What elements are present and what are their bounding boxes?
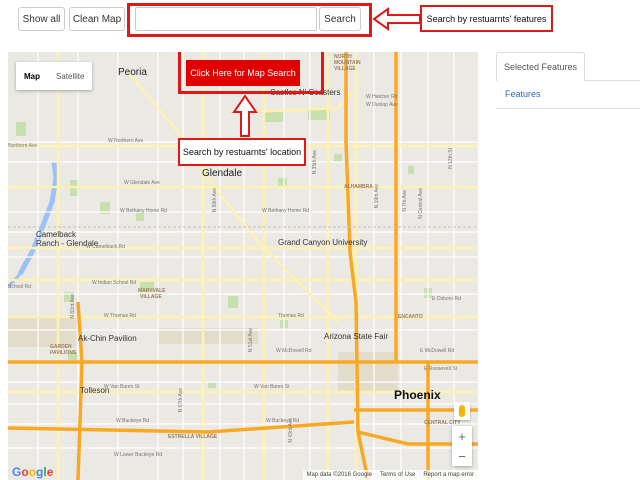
road-51st: N 51st Ave <box>248 328 254 353</box>
road-glendale-ave: W Glendale Ave <box>124 180 160 186</box>
road-school: School Rd <box>8 284 32 290</box>
road-osborn: E Osborn Rd <box>432 296 461 302</box>
place-akchin: Ak-Chin Pavilion <box>78 334 137 343</box>
road-bethany-1: W Bethany Home Rd <box>120 208 167 214</box>
road-buckeye-2: W Buckeye Rd <box>266 418 300 424</box>
place-peoria: Peoria <box>118 67 147 78</box>
place-grand-canyon: Grand Canyon University <box>278 238 368 247</box>
road-buckeye: W Buckeye Rd <box>116 418 150 424</box>
map-type-map-button[interactable]: Map <box>16 62 48 90</box>
district-alhambra: ALHAMBRA <box>344 184 373 190</box>
road-19th: N 19th Ave <box>374 184 380 209</box>
location-callout: Search by restuarnts' location <box>178 138 306 166</box>
road-van-buren: W Van Buren St <box>104 384 140 390</box>
map-type-satellite-button[interactable]: Satellite <box>48 62 92 90</box>
district-encanto: ENCANTO <box>398 314 423 320</box>
zoom-out-button[interactable]: − <box>452 446 472 466</box>
road-bethany-2: W Bethany Home Rd <box>262 208 309 214</box>
selected-features-panel: Selected Features Features <box>496 52 640 480</box>
place-camelback: Camelback <box>36 230 77 239</box>
map-type-control: Map Satellite <box>16 62 93 90</box>
search-highlight-box <box>127 3 372 37</box>
street-view-pegman-icon[interactable] <box>454 402 470 420</box>
road-7th: N 7th Ave <box>402 190 408 212</box>
road-mcdowell-e: E McDowell Rd <box>420 348 455 354</box>
map-canvas[interactable]: Map Satellite Peoria Glendale Phoenix Ca… <box>8 52 478 480</box>
district-north-mountain-3: VILLAGE <box>334 66 356 72</box>
road-northern: Northern Ave <box>8 143 38 149</box>
road-w-northern: W Northern Ave <box>108 138 144 144</box>
zoom-in-button[interactable]: + <box>452 426 472 446</box>
district-estrella: ESTRELLA VILLAGE <box>168 434 218 440</box>
place-glendale: Glendale <box>202 168 243 179</box>
district-pavilions: PAVILIONS <box>50 350 77 356</box>
road-indian-school: W Indian School Rd <box>92 280 137 286</box>
road-van-buren-2: W Van Buren St <box>254 384 290 390</box>
features-arrow-icon <box>372 7 421 31</box>
road-43rd: N 43rd Ave <box>288 418 294 443</box>
google-logo: Google <box>12 465 54 479</box>
road-dunlap: W Dunlap Ave <box>366 102 398 108</box>
place-az-state-fair: Arizona State Fair <box>324 332 389 341</box>
clean-map-button[interactable]: Clean Map <box>69 7 125 31</box>
road-67th: N 67th Ave <box>178 388 184 413</box>
terms-link[interactable]: Terms of Use <box>380 472 415 478</box>
road-camelback: W Camelback Rd <box>86 244 125 250</box>
road-thomas: W Thomas Rd <box>104 313 136 319</box>
district-maryvale-2: VILLAGE <box>140 294 162 300</box>
road-59th: N 59th Ave <box>212 188 218 213</box>
place-phoenix: Phoenix <box>394 388 441 402</box>
tab-selected-features[interactable]: Selected Features <box>496 52 585 81</box>
map-attribution: Map data ©2016 Google Terms of Use Repor… <box>302 470 478 480</box>
map-search-button[interactable]: Click Here for Map Search <box>186 60 300 86</box>
road-mcdowell: W McDowell Rd <box>276 348 312 354</box>
features-callout: Search by restuarnts' features <box>420 5 553 32</box>
report-error-link[interactable]: Report a map error <box>423 472 474 478</box>
road-roosevelt: E Roosevelt St <box>424 366 458 372</box>
features-link[interactable]: Features <box>505 89 541 99</box>
road-hatcher: W Hatcher Rd <box>366 94 398 100</box>
road-central: N Central Ave <box>418 188 424 219</box>
location-arrow-icon <box>232 94 258 137</box>
road-35th: N 35th Ave <box>312 150 318 175</box>
zoom-control: + − <box>452 426 472 466</box>
road-lower-buckeye: W Lower Buckeye Rd <box>114 452 163 458</box>
road-12th-st: N 12th St <box>448 148 454 169</box>
show-all-button[interactable]: Show all <box>18 7 65 31</box>
road-83rd: N 83rd Ave <box>70 294 76 319</box>
road-thomas-2: Thomas Rd <box>278 313 304 319</box>
map-data-text: Map data ©2016 Google <box>306 472 372 478</box>
